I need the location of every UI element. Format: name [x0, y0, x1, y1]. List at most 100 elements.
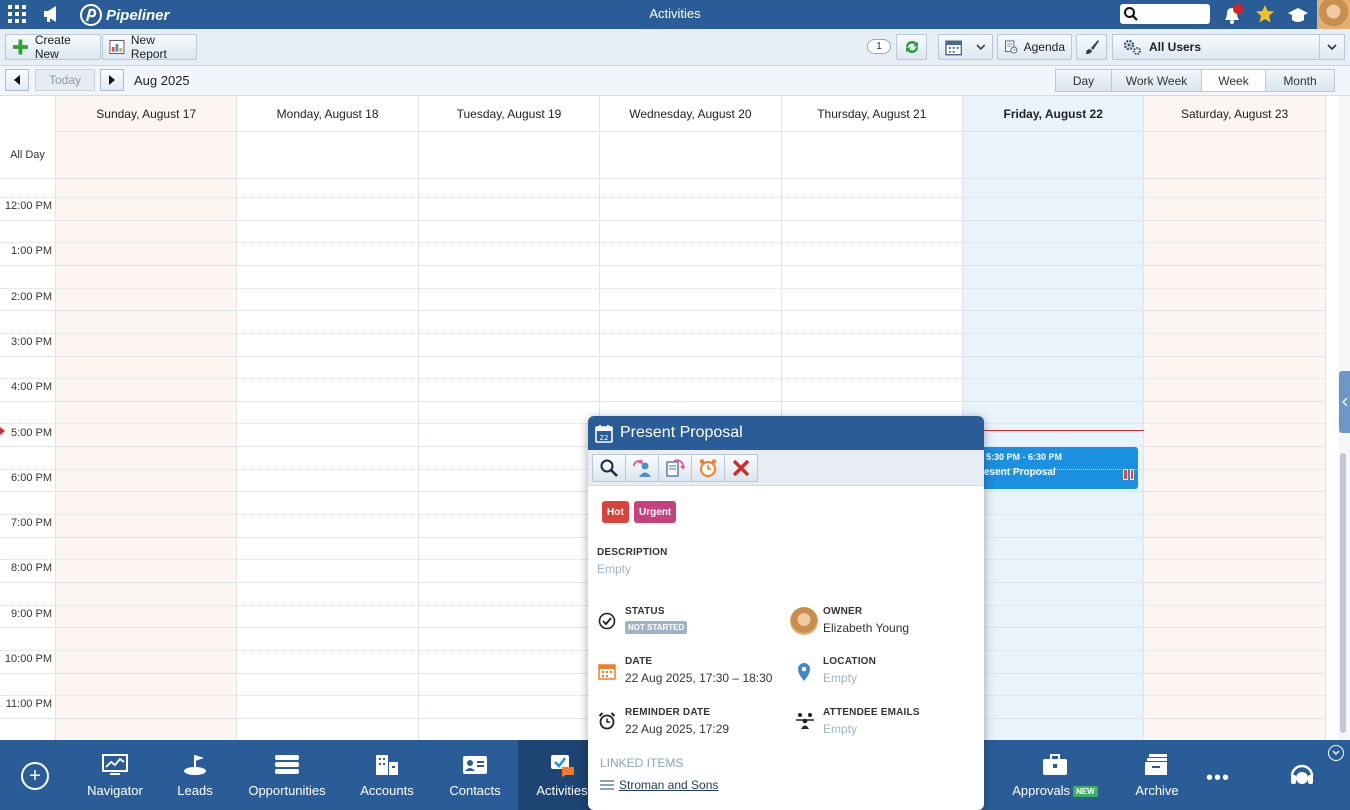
- user-avatar[interactable]: [1317, 0, 1350, 29]
- grid-line: [0, 378, 1326, 380]
- day-header[interactable]: Wednesday, August 20: [600, 96, 782, 132]
- leads-icon: [184, 755, 206, 775]
- scrollbar-thumb[interactable]: [1340, 453, 1346, 733]
- view-day-tab[interactable]: Day: [1056, 70, 1112, 91]
- convert-button[interactable]: [658, 453, 692, 482]
- time-label: 11:00 PM: [5, 698, 52, 711]
- chevron-down-icon: [1327, 44, 1337, 51]
- nav-navigator-label: Navigator: [87, 783, 143, 798]
- all-users-chevron[interactable]: [1319, 35, 1344, 59]
- day-header[interactable]: Thursday, August 21: [781, 96, 963, 132]
- day-header[interactable]: Tuesday, August 19: [418, 96, 601, 132]
- reminder-label: REMINDER DATE: [625, 707, 711, 718]
- reassign-button[interactable]: [625, 453, 659, 482]
- location-value: Empty: [823, 671, 858, 685]
- view-month-tab[interactable]: Month: [1266, 70, 1334, 91]
- nav-accounts[interactable]: Accounts: [355, 740, 419, 810]
- day-column[interactable]: [1144, 132, 1326, 740]
- close-icon: [732, 459, 750, 476]
- support-headset-icon[interactable]: [1288, 760, 1316, 790]
- date-value: 22 Aug 2025, 17:30 – 18:30: [625, 671, 773, 685]
- calendar-icon: [945, 40, 963, 56]
- view-switcher: Day Work Week Week Month: [1055, 69, 1335, 92]
- day-column[interactable]: [418, 132, 601, 740]
- create-new-button[interactable]: Create New: [5, 33, 101, 61]
- day-header[interactable]: Saturday, August 23: [1144, 96, 1326, 132]
- grid-line: [0, 242, 1326, 244]
- side-panel-toggle[interactable]: [1339, 371, 1350, 433]
- description-value: Empty: [597, 562, 632, 576]
- nav-leads[interactable]: Leads: [165, 740, 225, 810]
- nav-contacts[interactable]: Contacts: [443, 740, 507, 810]
- attendee-label: ATTENDEE EMAILS: [823, 707, 920, 718]
- tag-hot: Hot: [602, 501, 629, 523]
- brush-icon: [1085, 40, 1099, 54]
- linked-item[interactable]: Stroman and Sons: [600, 778, 718, 792]
- time-label: 12:00 PM: [4, 200, 52, 212]
- new-badge: NEW: [1073, 786, 1098, 798]
- nav-opportunities[interactable]: Opportunities: [242, 740, 332, 810]
- view-details-button[interactable]: [592, 453, 626, 482]
- time-label: 4:00 PM: [11, 381, 52, 394]
- day-column[interactable]: [56, 132, 238, 740]
- building-icon: [376, 755, 398, 775]
- agenda-button[interactable]: Agenda: [997, 34, 1072, 60]
- new-report-label: New Report: [130, 33, 167, 61]
- day-header[interactable]: Monday, August 18: [237, 96, 419, 132]
- nav-archive[interactable]: Archive: [1125, 740, 1189, 810]
- delete-button[interactable]: [724, 453, 758, 482]
- search-input[interactable]: [1120, 4, 1210, 24]
- previous-period-button[interactable]: [5, 69, 29, 91]
- chevron-left-icon: [14, 75, 20, 85]
- customize-button[interactable]: [1076, 34, 1107, 60]
- bell-icon[interactable]: [1221, 4, 1243, 26]
- current-time-line: [963, 430, 1144, 431]
- star-icon[interactable]: [1254, 3, 1276, 25]
- linked-item-name[interactable]: Stroman and Sons: [619, 778, 718, 792]
- day-column[interactable]: [237, 132, 419, 740]
- day-column[interactable]: [963, 132, 1145, 740]
- graduation-cap-icon[interactable]: [1287, 4, 1309, 26]
- nav-activities-label: Activities: [536, 783, 588, 798]
- convert-document-icon: [666, 458, 685, 477]
- search-icon: [1124, 7, 1138, 21]
- view-work-week-tab[interactable]: Work Week: [1112, 70, 1202, 91]
- magnifier-icon: [600, 459, 618, 477]
- today-button[interactable]: Today: [35, 69, 95, 91]
- nav-opportunities-label: Opportunities: [248, 783, 326, 798]
- time-label: 5:00 PM: [11, 426, 52, 439]
- linked-items-label: LINKED ITEMS: [600, 756, 684, 770]
- owner-label: OWNER: [823, 606, 863, 617]
- alarm-clock-icon: [699, 458, 717, 477]
- grid-line: [0, 219, 1326, 221]
- time-label: 1:00 PM: [11, 245, 52, 258]
- dashboard-icon: [102, 754, 128, 775]
- grid-line: [0, 287, 1326, 289]
- popup-header: 22 Present Proposal: [588, 416, 984, 450]
- more-icon[interactable]: •••: [1206, 767, 1230, 790]
- view-week-tab[interactable]: Week: [1202, 70, 1266, 91]
- all-users-dropdown[interactable]: All Users: [1112, 34, 1345, 60]
- time-label: 10:00 PM: [4, 653, 52, 665]
- collapse-icon[interactable]: [1328, 745, 1344, 761]
- chevron-left-icon: [1341, 398, 1347, 406]
- day-header[interactable]: Sunday, August 17: [56, 96, 238, 132]
- add-button[interactable]: +: [21, 762, 49, 790]
- plus-icon: [12, 39, 28, 55]
- calendar-dropdown-button[interactable]: [938, 34, 993, 60]
- refresh-button[interactable]: [896, 34, 927, 60]
- popup-title: Present Proposal: [620, 424, 743, 441]
- location-pin-icon: [798, 663, 810, 681]
- nav-navigator[interactable]: Navigator: [80, 740, 150, 810]
- tag-urgent: Urgent: [634, 501, 677, 523]
- event-time: 5:30 PM - 6:30 PM: [986, 452, 1063, 462]
- reminder-button[interactable]: [691, 453, 725, 482]
- nav-approvals[interactable]: Approvals NEW: [1005, 740, 1105, 810]
- activities-icon: [551, 755, 574, 777]
- next-period-button[interactable]: [100, 69, 124, 91]
- day-header[interactable]: Friday, August 22: [963, 96, 1145, 132]
- calendar-navigation: Today Aug 2025 Day Work Week Week Month: [0, 66, 1350, 96]
- new-report-button[interactable]: New Report: [102, 33, 197, 61]
- create-new-label: Create New: [34, 33, 71, 61]
- activity-popup: 22 Present Proposal Hot Urgent DESCRIPTI…: [588, 416, 984, 810]
